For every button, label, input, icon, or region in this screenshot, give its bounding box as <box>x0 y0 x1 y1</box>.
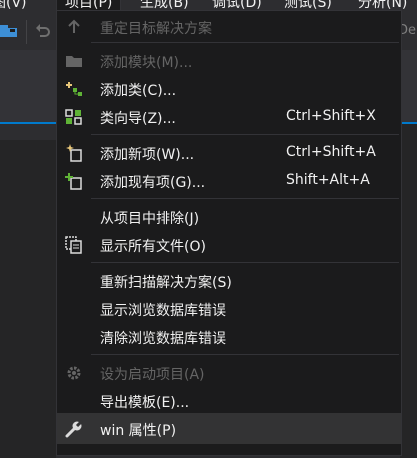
project-menu-dropdown: 重定目标解决方案 添加模块(M)... 添加类(C)... 类向导(Z)... … <box>56 10 402 456</box>
menu-item-show-all-files[interactable]: 显示所有文件(O) <box>57 231 401 259</box>
menu-debug[interactable]: 调试(D) <box>212 0 262 10</box>
menu-separator <box>91 134 399 135</box>
menu-item-rescan-solution[interactable]: 重新扫描解决方案(S) <box>57 267 401 295</box>
menu-item-label: 设为启动项目(A) <box>100 367 205 383</box>
menu-item-shortcut: Ctrl+Shift+X <box>286 108 376 124</box>
menu-item-properties[interactable]: win 属性(P) <box>57 413 401 444</box>
editor-background-left <box>0 50 56 458</box>
show-all-files-icon <box>65 236 83 254</box>
class-wizard-icon <box>65 108 83 126</box>
menu-item-set-as-startup: 设为启动项目(A) <box>57 359 401 387</box>
menu-project[interactable]: 项目(P) <box>56 0 122 10</box>
menu-build[interactable]: 生成(B) <box>140 0 189 10</box>
menu-item-shortcut: Shift+Alt+A <box>286 172 370 188</box>
menu-item-clear-browse-db-errors[interactable]: 清除浏览数据库错误 <box>57 323 401 351</box>
folder-icon <box>65 52 83 70</box>
menu-analyze[interactable]: 分析(N) <box>358 0 407 10</box>
menu-item-label: 添加新项(W)... <box>100 147 195 163</box>
gear-icon <box>65 364 83 382</box>
menu-view[interactable]: 视图(V) <box>0 0 27 10</box>
menu-item-exclude-from-project[interactable]: 从项目中排除(J) <box>57 203 401 231</box>
menu-separator <box>91 42 399 43</box>
menu-item-label: win 属性(P) <box>100 423 177 439</box>
menu-item-label: 添加类(C)... <box>100 83 177 99</box>
add-existing-item-icon <box>65 172 83 190</box>
menu-separator <box>91 354 399 355</box>
menu-item-label: 类向导(Z)... <box>100 111 176 127</box>
menu-item-class-wizard[interactable]: 类向导(Z)... Ctrl+Shift+X <box>57 103 401 131</box>
menu-item-shortcut: Ctrl+Shift+A <box>286 144 376 160</box>
menu-item-add-module: 添加模块(M)... <box>57 47 401 75</box>
undo-icon[interactable] <box>34 22 52 40</box>
menu-item-label: 重新扫描解决方案(S) <box>100 275 232 291</box>
menu-separator <box>91 262 399 263</box>
menu-separator <box>91 198 399 199</box>
menu-item-label: 清除浏览数据库错误 <box>100 331 226 347</box>
menu-item-label: 添加现有项(G)... <box>100 175 206 191</box>
ide-window: 视图(V) 项目(P) 生成(B) 调试(D) 测试(S) 分析(N) Deb <box>0 0 417 458</box>
retarget-arrow-icon <box>65 18 83 36</box>
editor-background-right <box>400 50 417 458</box>
menu-item-label: 添加模块(M)... <box>100 55 193 71</box>
menu-item-label: 从项目中排除(J) <box>100 211 200 227</box>
menu-test[interactable]: 测试(S) <box>284 0 332 10</box>
add-new-item-icon <box>65 144 83 162</box>
menu-item-label: 显示所有文件(O) <box>100 239 206 255</box>
menu-item-add-existing-item[interactable]: 添加现有项(G)... Shift+Alt+A <box>57 167 401 195</box>
add-class-icon <box>65 80 83 98</box>
menu-item-export-template[interactable]: 导出模板(E)... <box>57 387 401 415</box>
menu-item-label: 重定目标解决方案 <box>100 21 212 37</box>
menu-item-label: 导出模板(E)... <box>100 395 190 411</box>
menu-item-add-new-item[interactable]: 添加新项(W)... Ctrl+Shift+A <box>57 139 401 167</box>
save-all-icon[interactable] <box>0 22 18 40</box>
menu-item-show-browse-db-errors[interactable]: 显示浏览数据库错误 <box>57 295 401 323</box>
menu-item-add-class[interactable]: 添加类(C)... <box>57 75 401 103</box>
menu-bar: 视图(V) 项目(P) 生成(B) 调试(D) 测试(S) 分析(N) <box>0 0 417 10</box>
wrench-icon <box>65 419 84 438</box>
menu-item-retarget-solution: 重定目标解决方案 <box>57 13 401 41</box>
toolbar-separator <box>26 20 27 44</box>
menu-item-label: 显示浏览数据库错误 <box>100 303 226 319</box>
